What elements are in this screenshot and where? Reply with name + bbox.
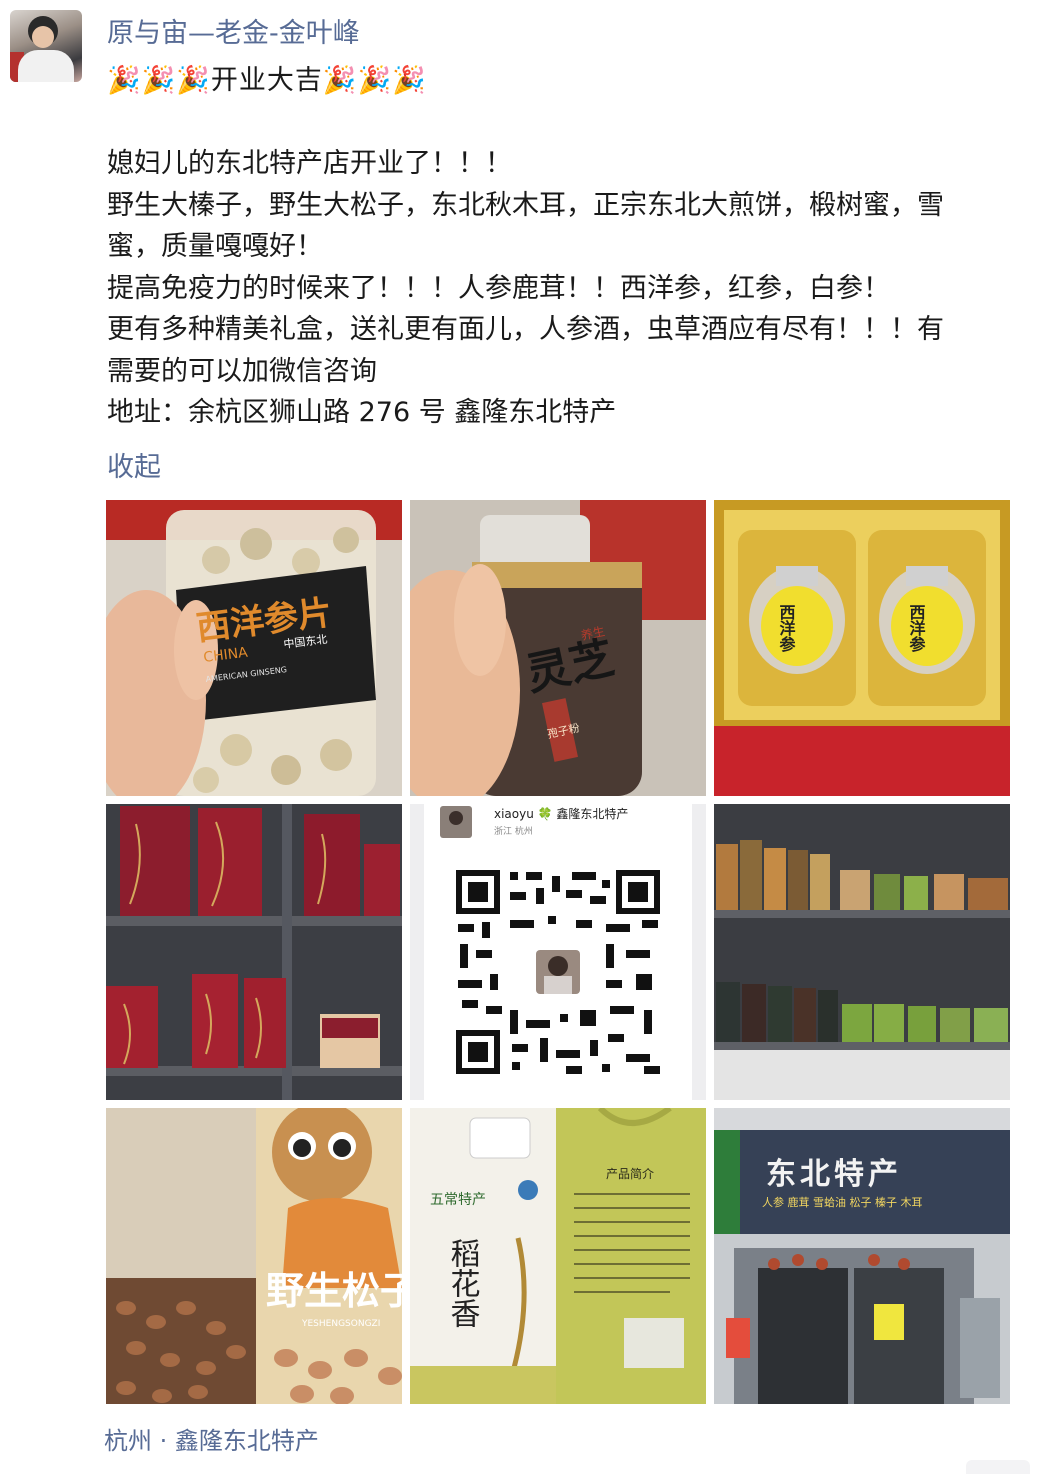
avatar-face (32, 26, 54, 48)
photo-7-bag-sub: YESHENGSONGZI (301, 1319, 380, 1329)
photo-grid: 西洋参片 CHINA 中国东北 AMERICAN GINSENG 灵芝 养生 孢… (106, 500, 1011, 1404)
photo-1-ginseng-jar[interactable]: 西洋参片 CHINA 中国东北 AMERICAN GINSENG (106, 500, 402, 796)
photo-8-rice-bag[interactable]: 产品简介 五常特产 稻花香 (410, 1108, 706, 1404)
qr-profile-name: xiaoyu 🍀 鑫隆东北特产 (494, 806, 628, 821)
author-avatar[interactable] (10, 10, 82, 82)
photo-9-shop-sign: 东北特产 (766, 1157, 902, 1192)
post-line-celebration: 🎉🎉🎉开业大吉🎉🎉🎉 (107, 65, 427, 96)
qr-profile-region: 浙江 杭州 (494, 825, 533, 837)
post-line-products-1: 野生大榛子，野生大松子，东北秋木耳，正宗东北大煎饼，椴树蜜，雪 (107, 189, 944, 221)
post-content: 🎉🎉🎉开业大吉🎉🎉🎉 媳妇儿的东北特产店开业了！！！ 野生大榛子，野生大松子，东… (107, 60, 1007, 434)
post-line-opening: 媳妇儿的东北特产店开业了！！！ (107, 148, 512, 179)
photo-9-shop-sub: 人参 鹿茸 雪蛤油 松子 榛子 木耳 (762, 1195, 922, 1209)
avatar-body (18, 50, 74, 82)
photo-6-product-shelves[interactable] (714, 804, 1010, 1100)
photo-8-product: 稻花香 (445, 1238, 480, 1328)
photo-4-red-gift-boxes[interactable] (106, 804, 402, 1100)
post-line-wechat: 需要的可以加微信咨询 (107, 355, 377, 387)
photo-8-brand: 五常特产 (430, 1192, 486, 1208)
post-action-button[interactable] (966, 1460, 1030, 1474)
photo-5-wechat-qr[interactable]: xiaoyu 🍀 鑫隆东北特产 浙江 杭州 (410, 804, 706, 1100)
post-line-blank (107, 102, 1007, 144)
photo-3-jar-left: 西洋参 (777, 604, 796, 653)
post-line-giftbox: 更有多种精美礼盒，送礼更有面儿，人参酒，虫草酒应有尽有！！！有 (107, 314, 944, 345)
photo-7-pine-nuts-bag[interactable]: 野生松子 YESHENGSONGZI (106, 1108, 402, 1404)
post-line-immunity: 提高免疫力的时候来了！！！人参鹿茸！！西洋参，红参，白参！ (107, 272, 890, 304)
photo-2-lingzhi-bottle[interactable]: 灵芝 养生 孢子粉 (410, 500, 706, 796)
post-line-address: 地址：余杭区狮山路 276 号 鑫隆东北特产 (107, 397, 617, 428)
photo-3-gift-box[interactable]: 西洋参 西洋参 (714, 500, 1010, 796)
photo-8-side-title: 产品简介 (606, 1167, 654, 1181)
collapse-link[interactable]: 收起 (107, 450, 161, 486)
photo-3-jar-right: 西洋参 (907, 604, 926, 653)
post-location[interactable]: 杭州 · 鑫隆东北特产 (104, 1424, 319, 1458)
photo-9-storefront[interactable]: 东北特产 人参 鹿茸 雪蛤油 松子 榛子 木耳 (714, 1108, 1010, 1404)
author-name[interactable]: 原与宙—老金-金叶峰 (107, 16, 360, 52)
photo-7-bag-text: 野生松子 (266, 1269, 402, 1313)
post-line-products-2: 蜜，质量嘎嘎好！ (107, 231, 323, 262)
